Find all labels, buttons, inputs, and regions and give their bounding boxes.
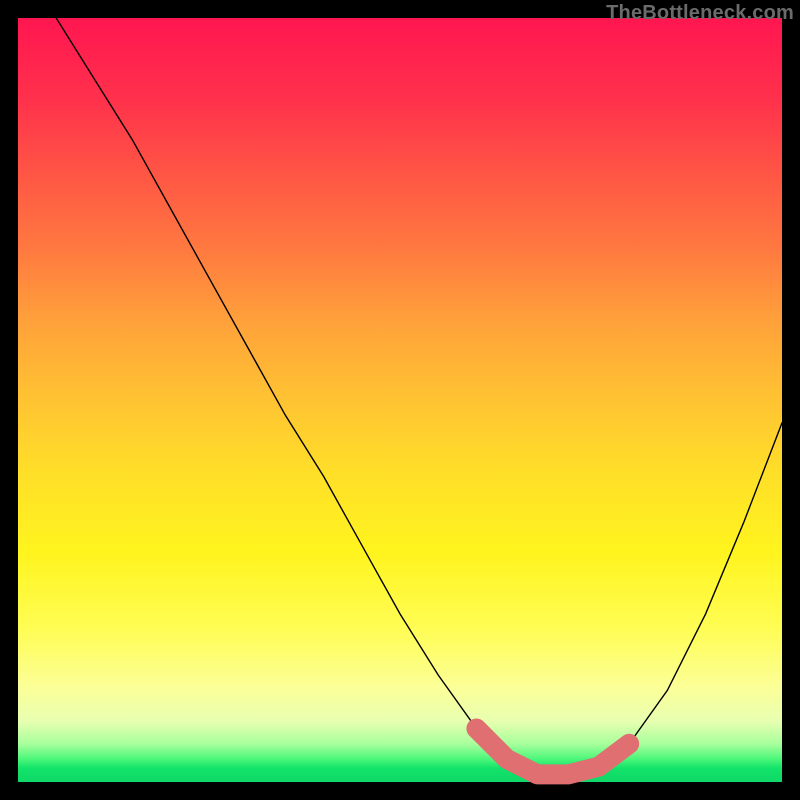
bottleneck-curve xyxy=(56,18,782,774)
chart-frame: TheBottleneck.com xyxy=(0,0,800,800)
attribution-label: TheBottleneck.com xyxy=(606,2,794,25)
curve-layer xyxy=(18,18,782,782)
optimal-band-highlight xyxy=(476,729,629,775)
